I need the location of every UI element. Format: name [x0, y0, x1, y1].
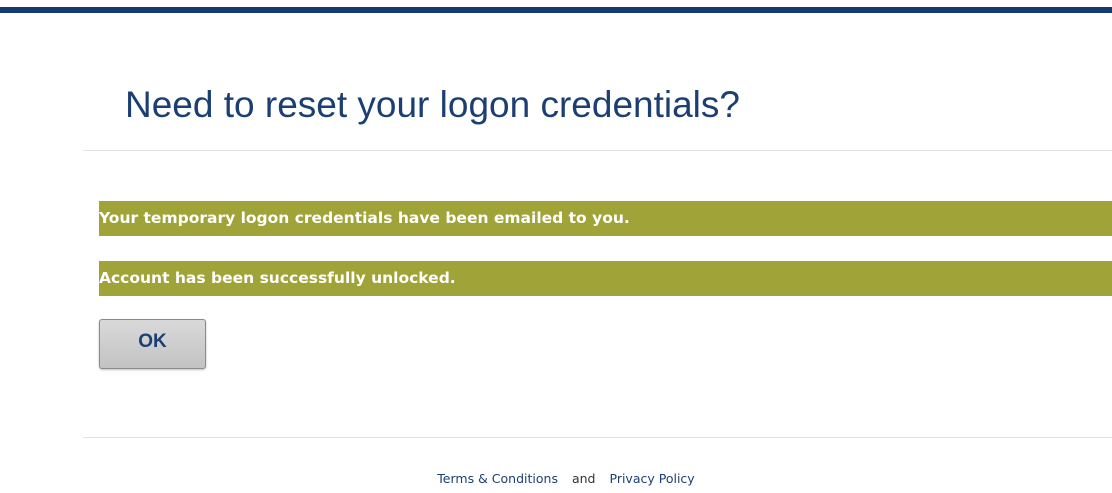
success-message-account-unlocked: Account has been successfully unlocked.	[99, 261, 1112, 296]
message-text: Your temporary logon credentials have be…	[99, 209, 630, 227]
header-divider	[83, 150, 1112, 151]
message-text: Account has been successfully unlocked.	[99, 269, 456, 287]
top-brand-line	[0, 7, 1112, 13]
success-message-credentials-emailed: Your temporary logon credentials have be…	[99, 201, 1112, 236]
footer-links: Terms & Conditions and Privacy Policy	[417, 471, 694, 487]
ok-button[interactable]: OK	[99, 319, 206, 369]
footer: Terms & Conditions and Privacy Policy	[0, 471, 1112, 487]
footer-divider	[83, 437, 1112, 438]
top-bar	[0, 0, 1112, 13]
page-title: Need to reset your logon credentials?	[125, 84, 740, 125]
terms-conditions-link[interactable]: Terms & Conditions	[437, 471, 558, 486]
footer-separator: and	[571, 471, 596, 486]
privacy-policy-link[interactable]: Privacy Policy	[610, 471, 695, 486]
